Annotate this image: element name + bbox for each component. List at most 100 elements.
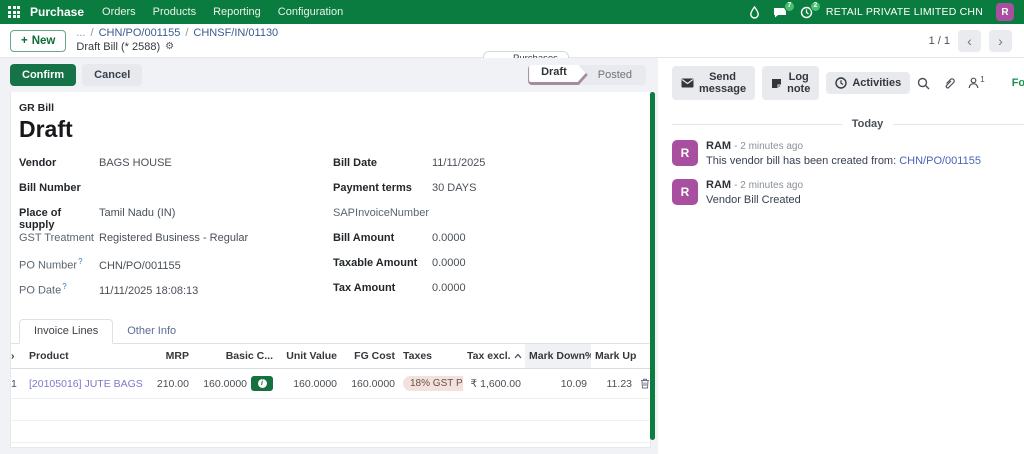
following-toggle[interactable]: Following (1012, 77, 1024, 89)
mark-up-cell[interactable]: 11.23 (591, 368, 636, 399)
column-header-mark-down[interactable]: Mark Down% (525, 344, 591, 369)
confirm-button[interactable]: Confirm (10, 64, 77, 86)
field-label: Tax Amount (333, 282, 396, 294)
status-bar: Draft Posted (528, 65, 646, 85)
column-header-mark-up[interactable]: Mark Up (591, 344, 636, 369)
mark-down-cell[interactable]: 10.09 (525, 368, 591, 399)
menu-configuration[interactable]: Configuration (278, 6, 343, 18)
field-po-date: PO Date? 11/11/2025 18:08:13 (19, 282, 333, 307)
plus-icon: + (21, 34, 28, 47)
pane-resize-handle[interactable] (650, 92, 655, 440)
place-of-supply-value[interactable]: Tamil Nadu (IN) (95, 207, 175, 219)
cost-info-badge[interactable]: i (251, 376, 273, 391)
fg-cost-cell[interactable]: 160.0000 (341, 368, 399, 399)
product-link[interactable]: [20105016] JUTE BAGS (29, 378, 143, 390)
cancel-button[interactable]: Cancel (82, 64, 143, 86)
field-bill-date: Bill Date 11/11/2025 (333, 157, 633, 182)
field-gst-treatment: GST Treatment Registered Business - Regu… (19, 232, 333, 257)
status-posted[interactable]: Posted (588, 65, 646, 85)
field-label: PO Date? (19, 282, 67, 297)
tax-amount-value[interactable]: 0.0000 (428, 282, 466, 294)
po-number-value[interactable]: CHN/PO/001155 (95, 260, 181, 272)
user-avatar[interactable]: R (996, 3, 1014, 21)
column-header-taxes[interactable]: Taxes (399, 344, 463, 369)
record-title: Draft Bill (* 2588) (76, 40, 161, 53)
sort-asc-icon (514, 353, 522, 359)
breadcrumb-invoice-link[interactable]: CHNSF/IN/01130 (193, 27, 278, 41)
app-name[interactable]: Purchase (30, 5, 84, 19)
menu-products[interactable]: Products (153, 6, 196, 18)
followers-icon[interactable]: 1 (968, 75, 985, 89)
pager-previous-button[interactable]: ‹ (958, 29, 981, 52)
column-header-fg-cost[interactable]: FG Cost (341, 344, 399, 369)
empty-row (11, 420, 650, 443)
taxable-amount-value[interactable]: 0.0000 (428, 257, 466, 269)
po-date-value[interactable]: 11/11/2025 18:08:13 (95, 285, 198, 297)
bill-date-value[interactable]: 11/11/2025 (428, 157, 485, 169)
avatar[interactable]: R (672, 179, 698, 205)
message-po-link[interactable]: CHN/PO/001155 (899, 155, 981, 167)
log-note-button[interactable]: Log note (762, 66, 820, 100)
date-divider-label: Today (851, 118, 884, 130)
message-timestamp: - 2 minutes ago (734, 180, 804, 191)
activities-clock-icon[interactable]: 2 (800, 0, 821, 19)
breadcrumb-sep: / (90, 26, 94, 39)
column-header-tax-excl[interactable]: Tax excl. (463, 344, 525, 369)
column-header-unit-value[interactable]: Unit Value (277, 344, 341, 369)
field-bill-number: Bill Number (19, 182, 333, 207)
bill-amount-value[interactable]: 0.0000 (428, 232, 466, 244)
tab-other-info[interactable]: Other Info (113, 320, 190, 343)
column-header-actions (636, 344, 650, 369)
breadcrumb-po-link[interactable]: CHN/PO/001155 (99, 27, 181, 41)
vendor-value[interactable]: BAGS HOUSE (95, 157, 172, 169)
payment-terms-value[interactable]: 30 DAYS (428, 182, 476, 194)
message-body: This vendor bill has been created from: … (706, 155, 981, 167)
menu-reporting[interactable]: Reporting (213, 6, 261, 18)
company-name[interactable]: RETAIL PRIVATE LIMITED CHN (826, 6, 983, 18)
tax-excl-cell: ₹ 1,600.00 (463, 368, 525, 399)
gear-icon[interactable]: ⚙ (165, 41, 174, 54)
tab-invoice-lines[interactable]: Invoice Lines (19, 319, 114, 344)
field-vendor: Vendor BAGS HOUSE (19, 157, 333, 182)
menu-orders[interactable]: Orders (102, 6, 136, 18)
unit-value-cell[interactable]: 160.0000 (277, 368, 341, 399)
pager-next-button[interactable]: › (989, 29, 1012, 52)
field-tax-amount: Tax Amount 0.0000 (333, 282, 633, 307)
table-row[interactable]: 1 [20105016] JUTE BAGS 210.00 160.0000 i … (11, 368, 650, 399)
breadcrumb-ellipsis[interactable]: ... (76, 27, 85, 41)
message-author[interactable]: RAM (706, 179, 731, 191)
mrp-cell[interactable]: 210.00 (147, 368, 193, 399)
attachment-paperclip-icon[interactable] (943, 77, 956, 90)
log-note-label: Log note (787, 71, 811, 95)
clock-icon (835, 77, 848, 89)
messages-icon[interactable]: 7 (773, 1, 795, 18)
send-message-label: Send message (699, 71, 747, 95)
chatter-toolbar: Send message Log note Activities 1 Fo (672, 66, 1024, 100)
column-header-product[interactable]: Product (25, 344, 147, 369)
tax-badge[interactable]: 18% GST P (403, 376, 463, 391)
follower-count: 1 (980, 75, 985, 84)
basic-cost-cell[interactable]: 160.0000 i (193, 368, 277, 399)
status-draft[interactable]: Draft (528, 65, 588, 85)
droplet-icon[interactable] (749, 5, 760, 19)
activities-button[interactable]: Activities (826, 72, 911, 94)
new-button[interactable]: + New (10, 29, 67, 52)
form-action-row: Confirm Cancel Draft Posted (0, 58, 658, 92)
help-icon: ? (62, 282, 67, 291)
document-type-label: GR Bill (19, 102, 55, 114)
field-label: GST Treatment (19, 232, 94, 244)
apps-grid-icon[interactable] (8, 6, 20, 18)
row-handle[interactable]: 1 (11, 368, 25, 399)
field-taxable-amount: Taxable Amount 0.0000 (333, 257, 633, 282)
avatar[interactable]: R (672, 140, 698, 166)
delete-row-icon[interactable] (640, 378, 649, 389)
control-panel: + New ... / CHN/PO/001155 / CHNSF/IN/011… (0, 24, 1024, 79)
handle-column-header: › (11, 344, 25, 369)
search-messages-icon[interactable] (917, 77, 930, 90)
column-header-mrp[interactable]: MRP (147, 344, 193, 369)
message-author[interactable]: RAM (706, 140, 731, 152)
column-header-basic-cost[interactable]: Basic C... (193, 344, 277, 369)
send-message-button[interactable]: Send message (672, 66, 756, 100)
main-menu: Orders Products Reporting Configuration (102, 6, 343, 18)
gst-treatment-value[interactable]: Registered Business - Regular (95, 232, 248, 244)
